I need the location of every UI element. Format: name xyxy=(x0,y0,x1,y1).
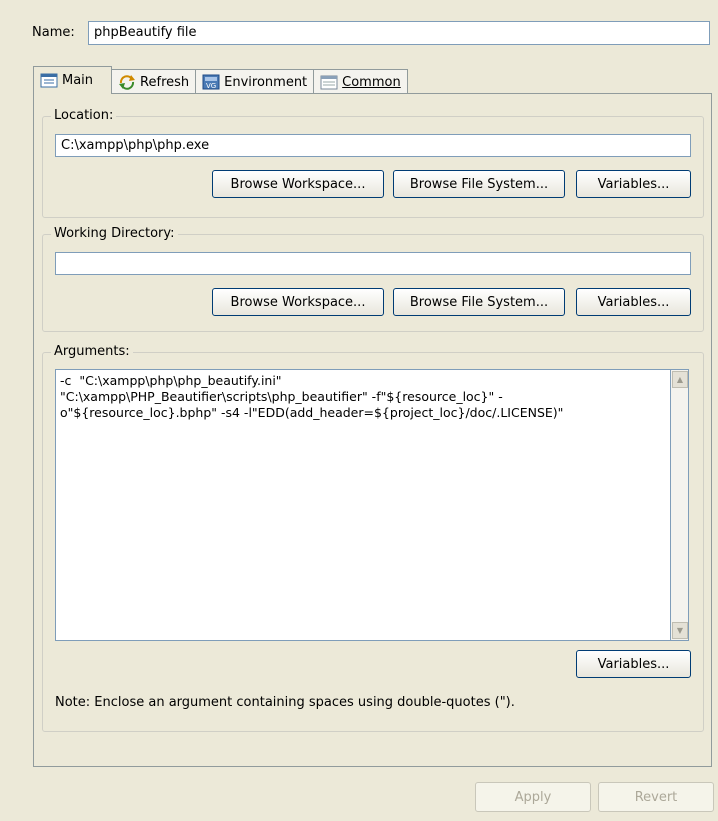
location-legend: Location: xyxy=(51,108,117,123)
tab-main-label: Main xyxy=(62,73,94,88)
arguments-note: Note: Enclose an argument containing spa… xyxy=(55,695,515,710)
refresh-icon xyxy=(118,74,136,90)
working-directory-input[interactable] xyxy=(55,252,691,275)
location-input[interactable]: C:\xampp\php\php.exe xyxy=(55,134,691,157)
tab-refresh[interactable]: Refresh xyxy=(111,69,197,94)
tab-environment-label: Environment xyxy=(224,74,308,90)
main-tab-panel: Location: C:\xampp\php\php.exe Browse Wo… xyxy=(33,93,712,767)
working-directory-legend: Working Directory: xyxy=(51,226,178,241)
apply-button[interactable]: Apply xyxy=(475,782,591,812)
scroll-down-button[interactable]: ▼ xyxy=(672,622,688,639)
main-tab-icon xyxy=(40,73,58,89)
revert-button[interactable]: Revert xyxy=(598,782,714,812)
arguments-legend: Arguments: xyxy=(51,344,133,359)
tab-common-label: Common xyxy=(342,74,401,90)
tab-environment[interactable]: VG Environment xyxy=(195,69,315,94)
working-directory-group: Working Directory: Browse Workspace... B… xyxy=(42,226,704,332)
common-icon xyxy=(320,74,338,90)
name-input[interactable]: phpBeautify file xyxy=(88,21,710,45)
scroll-up-button[interactable]: ▲ xyxy=(672,371,688,388)
svg-text:VG: VG xyxy=(206,82,216,90)
tab-bar: Main Refresh VG Environment Common xyxy=(33,66,408,94)
location-variables-button[interactable]: Variables... xyxy=(576,170,691,198)
location-browse-workspace-button[interactable]: Browse Workspace... xyxy=(212,170,384,198)
working-directory-browse-file-system-button[interactable]: Browse File System... xyxy=(393,288,565,316)
location-browse-file-system-button[interactable]: Browse File System... xyxy=(393,170,565,198)
environment-icon: VG xyxy=(202,74,220,90)
arguments-textarea[interactable]: -c "C:\xampp\php\php_beautify.ini" "C:\x… xyxy=(55,369,671,641)
location-group: Location: C:\xampp\php\php.exe Browse Wo… xyxy=(42,108,704,218)
arguments-scrollbar[interactable]: ▲ ▼ xyxy=(671,369,689,641)
tab-refresh-label: Refresh xyxy=(140,74,190,90)
tab-common[interactable]: Common xyxy=(313,69,408,94)
name-label: Name: xyxy=(32,25,75,40)
arguments-variables-button[interactable]: Variables... xyxy=(576,650,691,678)
tab-main[interactable]: Main xyxy=(33,66,113,94)
working-directory-variables-button[interactable]: Variables... xyxy=(576,288,691,316)
arguments-group: Arguments: -c "C:\xampp\php\php_beautify… xyxy=(42,344,704,732)
working-directory-browse-workspace-button[interactable]: Browse Workspace... xyxy=(212,288,384,316)
